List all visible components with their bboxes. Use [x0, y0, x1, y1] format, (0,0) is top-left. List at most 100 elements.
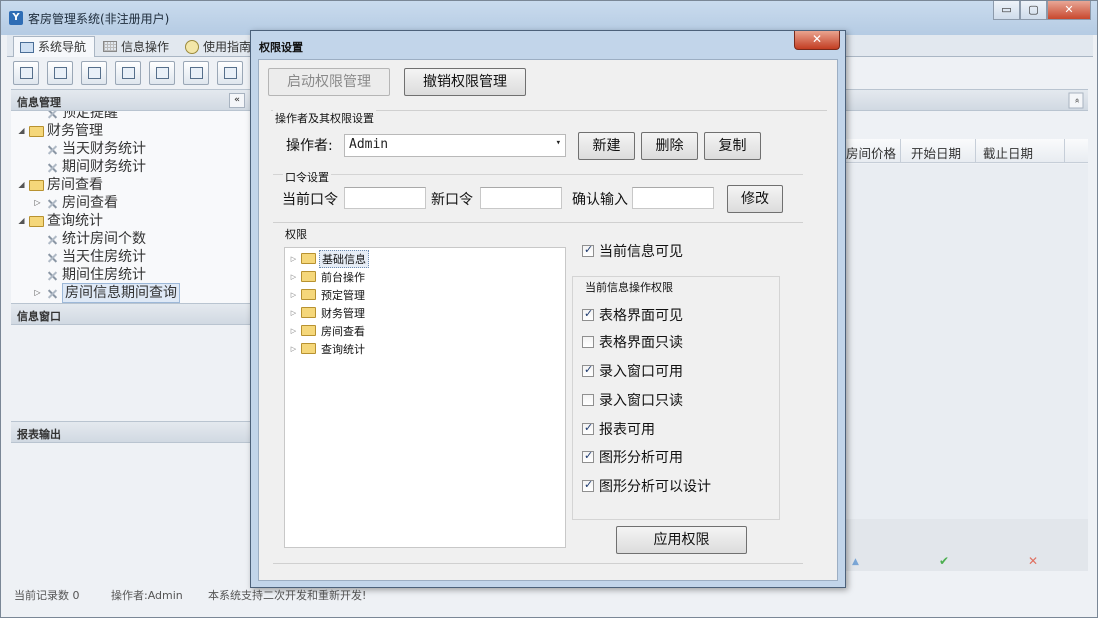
expand-triangle-icon: ▷: [290, 308, 297, 317]
document-icon: [88, 67, 101, 79]
tool-icon: [45, 197, 59, 210]
tree-item-booking-reminder[interactable]: 预定提醒: [45, 111, 118, 122]
tree-item-room-view-sub[interactable]: ▷ 房间查看: [33, 194, 118, 212]
expand-triangle-icon: ▷: [290, 254, 297, 263]
list-tool-button[interactable]: [47, 61, 73, 85]
table-visible-checkbox[interactable]: 表格界面可见: [582, 305, 683, 325]
current-password-input[interactable]: [344, 187, 426, 209]
column-start-date[interactable]: 开始日期: [911, 143, 961, 162]
tree-item-query-stats[interactable]: ◢ 查询统计: [17, 212, 103, 230]
expand-triangle-icon: ▷: [290, 344, 297, 353]
delete-button[interactable]: 删除: [641, 132, 698, 160]
perm-node-room-view[interactable]: ▷ 房间查看: [289, 322, 367, 339]
folder-icon: [301, 325, 316, 336]
folder-icon: [29, 179, 44, 191]
info-window-header: 信息窗口: [11, 303, 251, 325]
tree-item-daily-occupancy[interactable]: 当天住房统计: [45, 248, 146, 266]
folder-icon: [301, 289, 316, 300]
folder-icon: [29, 215, 44, 227]
new-button[interactable]: 新建: [578, 132, 635, 160]
tool-icon: [45, 161, 59, 174]
checkbox-box: [582, 307, 594, 321]
tab-user-guide[interactable]: 使用指南: [179, 36, 259, 57]
list-icon: [54, 67, 67, 79]
start-permission-button[interactable]: 启动权限管理: [268, 68, 390, 96]
search-tool-button[interactable]: [13, 61, 39, 85]
grid-icon: [103, 41, 117, 52]
expand-triangle-icon: ▷: [34, 198, 41, 207]
password-group-title: 口令设置: [283, 169, 331, 185]
tree-item-period-finance[interactable]: 期间财务统计: [45, 158, 146, 176]
checkbox-box: [582, 478, 594, 492]
confirm-icon[interactable]: ✔: [939, 554, 949, 568]
folder-icon: [301, 253, 316, 264]
magnifier-icon: [20, 67, 33, 79]
left-panel: 信息管理 « 预定提醒 ◢ 财务管理 当天财务统计 期间财务统计 ◢ 房间查看 ▷ 房…: [11, 89, 251, 591]
tool-icon: [45, 269, 59, 282]
tool-icon: [45, 233, 59, 246]
more-tool-button[interactable]: [217, 61, 243, 85]
visible-checkbox[interactable]: 当前信息可见: [582, 241, 683, 261]
checkbox-box: [582, 394, 594, 406]
chart-enabled-checkbox[interactable]: 图形分析可用: [582, 447, 683, 467]
minimize-button[interactable]: ▭: [993, 1, 1020, 20]
modify-button[interactable]: 修改: [727, 185, 783, 213]
permission-dialog: 权限设置 ✕ 启动权限管理 撤销权限管理 操作者及其权限设置 操作者: Admi…: [250, 30, 846, 588]
column-end-date[interactable]: 截止日期: [983, 143, 1033, 162]
maximize-button[interactable]: ▢: [1020, 1, 1047, 20]
tree-item-period-occupancy[interactable]: 期间住房统计: [45, 266, 146, 284]
right-panel: « 房间价格 开始日期 截止日期 ▲ ✔ ✕: [846, 89, 1088, 589]
dialog-close-button[interactable]: ✕: [794, 31, 840, 50]
new-password-input[interactable]: [480, 187, 562, 209]
dialog-body: 启动权限管理 撤销权限管理 操作者及其权限设置 操作者: Admin ▾ 新建 …: [258, 59, 838, 581]
chart-design-checkbox[interactable]: 图形分析可以设计: [582, 476, 711, 496]
perm-node-basic-info[interactable]: ▷ 基础信息: [289, 249, 369, 268]
permission-group-title: 权限: [283, 226, 309, 242]
right-panel-header: «: [846, 89, 1088, 111]
confirm-password-input[interactable]: [632, 187, 714, 209]
entry-enabled-checkbox[interactable]: 录入窗口可用: [582, 361, 683, 381]
perm-node-query-stats[interactable]: ▷ 查询统计: [289, 340, 367, 357]
perm-node-finance[interactable]: ▷ 财务管理: [289, 304, 367, 321]
collapse-button[interactable]: «: [229, 93, 245, 108]
expand-button[interactable]: «: [1068, 92, 1084, 109]
report-enabled-checkbox[interactable]: 报表可用: [582, 419, 655, 439]
screen-tool-button[interactable]: [149, 61, 175, 85]
tab-info-ops[interactable]: 信息操作: [97, 36, 177, 57]
operator-select[interactable]: Admin ▾: [344, 134, 566, 157]
dropdown-arrow-icon: ▾: [555, 138, 561, 148]
apply-permission-button[interactable]: 应用权限: [616, 526, 747, 554]
up-arrow-icon[interactable]: ▲: [852, 557, 859, 567]
cancel-icon[interactable]: ✕: [1028, 554, 1038, 568]
tree-item-room-period-query[interactable]: ▷ 房间信息期间查询: [33, 283, 180, 303]
monitor-icon: [20, 41, 34, 53]
grid-footer: ▲ ✔ ✕: [846, 519, 1088, 571]
revoke-permission-button[interactable]: 撤销权限管理: [404, 68, 526, 96]
report-output-body: [11, 443, 251, 567]
copy-button[interactable]: 复制: [704, 132, 761, 160]
document-tool-button[interactable]: [81, 61, 107, 85]
perm-node-front-desk[interactable]: ▷ 前台操作: [289, 268, 367, 285]
report-tool-button[interactable]: [115, 61, 141, 85]
checkbox-box: [582, 421, 594, 435]
checkbox-box: [582, 243, 594, 257]
tool-icon: [45, 143, 59, 156]
status-note: 本系统支持二次开发和重新开发!: [208, 589, 367, 602]
tree-item-finance[interactable]: ◢ 财务管理: [17, 122, 103, 140]
entry-readonly-checkbox[interactable]: 录入窗口只读: [582, 390, 683, 410]
tree-item-room-view[interactable]: ◢ 房间查看: [17, 176, 103, 194]
tree-item-count-rooms[interactable]: 统计房间个数: [45, 230, 146, 248]
perm-node-booking[interactable]: ▷ 预定管理: [289, 286, 367, 303]
more-icon: [224, 67, 237, 79]
collapse-triangle-icon: ◢: [18, 126, 25, 135]
current-password-label: 当前口令: [282, 192, 338, 208]
close-button[interactable]: ✕: [1047, 1, 1091, 20]
table-readonly-checkbox[interactable]: 表格界面只读: [582, 332, 683, 352]
tree-item-daily-finance[interactable]: 当天财务统计: [45, 140, 146, 158]
divider: [273, 563, 803, 564]
export-tool-button[interactable]: [183, 61, 209, 85]
tab-system-nav[interactable]: 系统导航: [13, 36, 96, 57]
folder-icon: [301, 343, 316, 354]
ops-group-title: 当前信息操作权限: [583, 279, 675, 295]
column-room-price[interactable]: 房间价格: [846, 143, 896, 162]
